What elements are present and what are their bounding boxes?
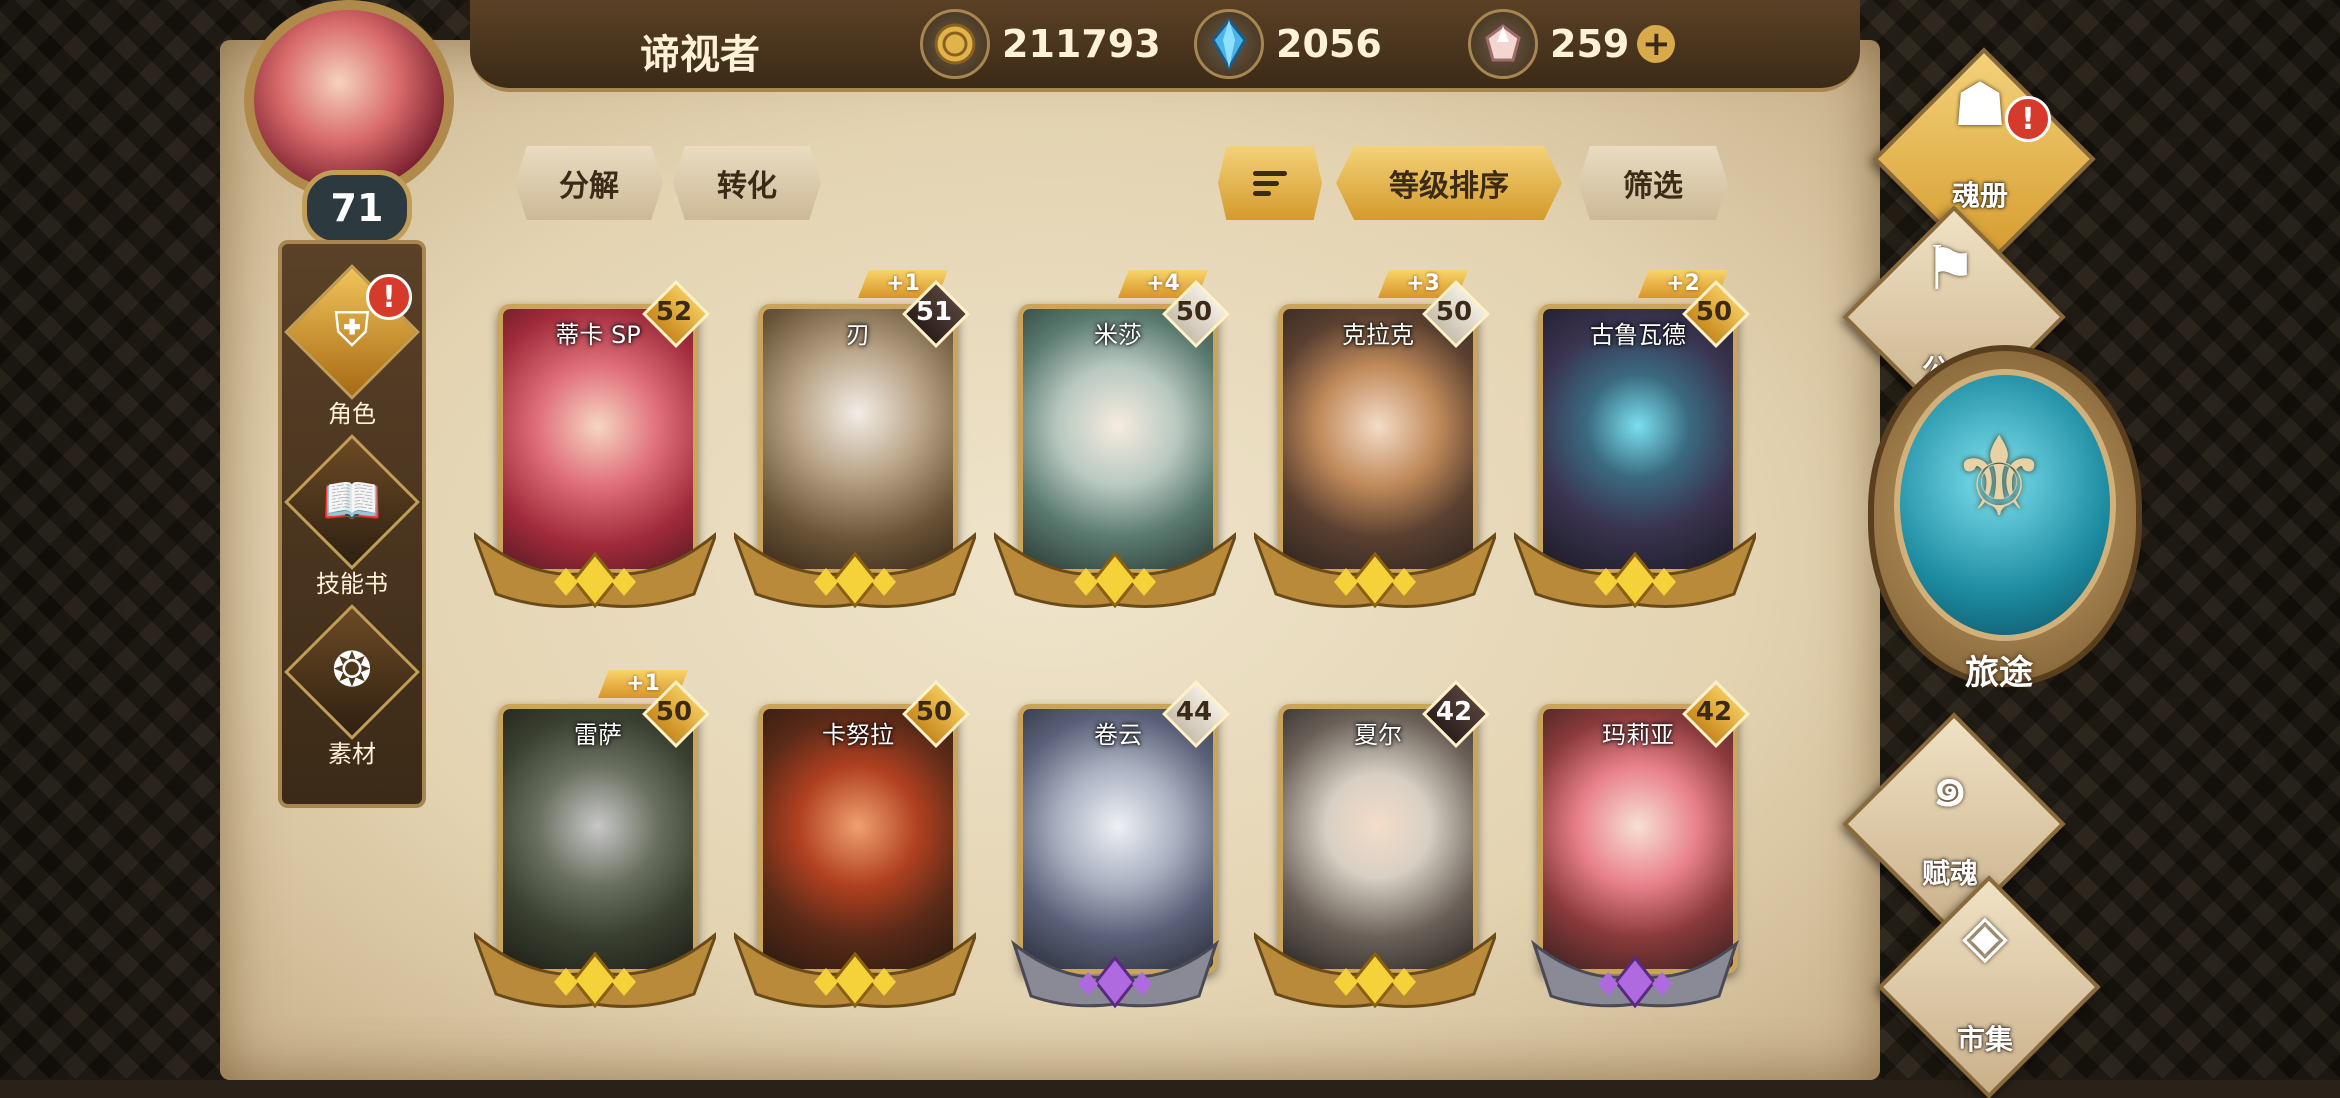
blue-crystal-icon <box>1194 9 1264 79</box>
gold-rank-wings-icon <box>474 932 716 1009</box>
hero-level-badge: 52 <box>642 280 710 348</box>
purple-rank-wings-icon <box>1011 939 1219 1009</box>
sidebar-item-character[interactable]: ⛨ ! 角色 <box>282 264 422 429</box>
gem-amount: 259 <box>1550 22 1630 66</box>
sort-by-level-button[interactable]: 等级排序 <box>1336 146 1562 220</box>
left-sidebar: ⛨ ! 角色 📖 技能书 ❂ 素材 <box>278 240 426 808</box>
sidebar-item-material[interactable]: ❂ 素材 <box>282 604 422 769</box>
diamond-icon: ◈ <box>1961 901 2009 971</box>
gem-resource[interactable]: 259 + <box>1468 9 1676 79</box>
hero-level-badge: 50 <box>1682 280 1750 348</box>
player-avatar[interactable]: 71 <box>222 0 482 246</box>
hero-card[interactable]: 玛莉亚 42 <box>1528 680 1750 1024</box>
journey-label: 旅途 <box>1965 653 2033 693</box>
gold-rank-wings-icon <box>734 932 976 1009</box>
sort-icon <box>1253 170 1287 196</box>
hero-card[interactable]: +1 雷萨 50 <box>474 670 716 1024</box>
material-icon: ❂ <box>331 642 373 698</box>
hero-level-badge: 50 <box>1162 280 1230 348</box>
convert-button[interactable]: 转化 <box>673 146 821 220</box>
hero-card[interactable]: +4 米莎 50 <box>994 270 1236 624</box>
gold-rank-wings-icon <box>1514 532 1756 609</box>
gold-rank-wings-icon <box>1254 932 1496 1009</box>
market-label: 市集 <box>1956 1023 2013 1056</box>
hero-level-badge: 42 <box>1422 680 1490 748</box>
gold-amount: 211793 <box>1002 22 1161 66</box>
gold-resource[interactable]: 211793 <box>920 9 1161 79</box>
add-gem-button[interactable]: + <box>1637 24 1676 64</box>
trident-icon: ⚜ <box>1949 413 2049 541</box>
hero-card[interactable]: 卷云 44 <box>1008 680 1230 1024</box>
gold-coin-icon <box>920 9 990 79</box>
player-name: 谛视者 <box>640 32 760 78</box>
player-level-badge: 71 <box>302 170 412 246</box>
hero-card[interactable]: +3 克拉克 50 <box>1254 270 1496 624</box>
hero-card[interactable]: 蒂卡 SP 52 <box>474 280 716 624</box>
gold-rank-wings-icon <box>474 532 716 609</box>
sort-order-button[interactable] <box>1218 146 1322 220</box>
soul-swirl-icon: ๑ <box>1930 751 1970 821</box>
guild-banner-icon: ⚑ <box>1923 234 1977 304</box>
hero-card[interactable]: 卡努拉 50 <box>734 680 976 1024</box>
pink-gem-icon <box>1468 9 1538 79</box>
gold-rank-wings-icon <box>1254 532 1496 609</box>
hero-card[interactable]: 夏尔 42 <box>1254 680 1496 1024</box>
hero-card[interactable]: +2 古鲁瓦德 50 <box>1514 270 1756 624</box>
crystal-amount: 2056 <box>1276 22 1382 66</box>
hero-level-badge: 50 <box>902 680 970 748</box>
soulbook-alert-badge: ! <box>2005 96 2051 142</box>
character-alert-badge: ! <box>366 274 412 320</box>
sidebar-item-skillbook[interactable]: 📖 技能书 <box>282 434 422 599</box>
journey-button[interactable]: ⚜ 旅途 <box>1868 345 2142 693</box>
gold-rank-wings-icon <box>994 532 1236 609</box>
hero-level-badge: 51 <box>902 280 970 348</box>
filter-button[interactable]: 筛选 <box>1578 146 1728 220</box>
market-button[interactable]: ◈ 市集 <box>1877 874 2101 1098</box>
crystal-resource[interactable]: 2056 <box>1194 9 1382 79</box>
mask-icon: ☗ <box>1953 70 2007 140</box>
hero-level-badge: 50 <box>1422 280 1490 348</box>
hero-level-badge: 44 <box>1162 680 1230 748</box>
hero-card[interactable]: +1 刃 51 <box>734 270 976 624</box>
gold-rank-wings-icon <box>734 532 976 609</box>
decompose-button[interactable]: 分解 <box>515 146 663 220</box>
book-icon: 📖 <box>322 473 382 529</box>
purple-rank-wings-icon <box>1531 939 1739 1009</box>
hero-level-badge: 50 <box>642 680 710 748</box>
hero-level-badge: 42 <box>1682 680 1750 748</box>
